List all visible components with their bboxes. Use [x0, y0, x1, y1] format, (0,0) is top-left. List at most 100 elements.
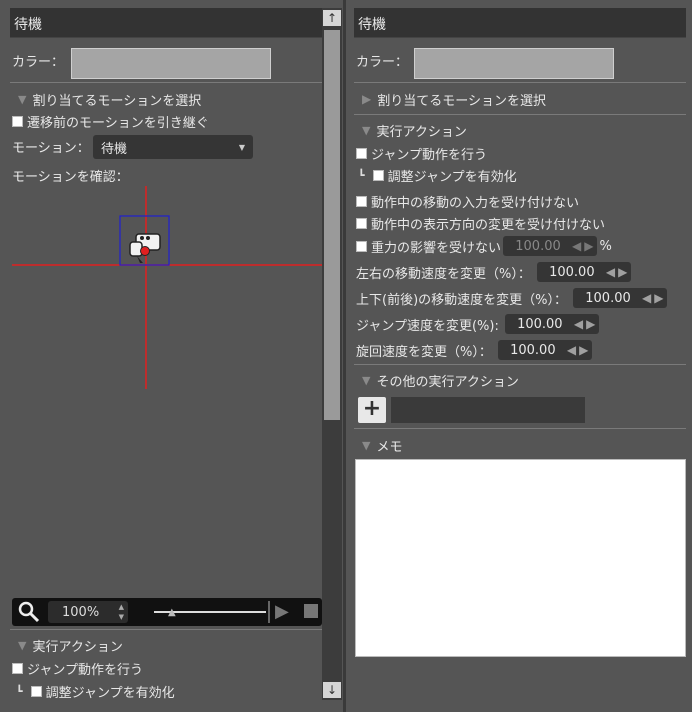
increment-icon[interactable]: ▶ — [579, 343, 588, 357]
right-section-memo-label: メモ — [376, 439, 403, 455]
lr-speed-row: 左右の移動速度を変更（%）： 100.00 ◀ ▶ — [356, 262, 632, 282]
jump-speed-value: 100.00 — [517, 316, 563, 332]
collapse-triangle-icon: ▼ — [18, 638, 27, 652]
right-jump-label: ジャンプ動作を行う — [371, 147, 487, 163]
decrement-icon[interactable]: ◀ — [642, 291, 651, 305]
decrement-icon[interactable]: ◀ — [606, 265, 615, 279]
expand-triangle-icon: ▶ — [362, 92, 372, 106]
ignore-move-input-checkbox[interactable] — [356, 195, 367, 207]
ud-speed-value: 100.00 — [585, 290, 631, 306]
decrement-icon[interactable]: ◀ — [574, 317, 583, 331]
left-divider-2 — [10, 629, 322, 630]
gravity-row[interactable]: 重力の影響を受けない 100.00 ◀ ▶ % — [356, 236, 612, 256]
right-jump-row[interactable]: ジャンプ動作を行う — [356, 145, 487, 163]
left-color-swatch[interactable] — [71, 48, 271, 79]
character-sprite-icon — [129, 233, 161, 263]
play-icon[interactable]: ▶ — [275, 601, 289, 622]
collapse-triangle-icon: ▼ — [362, 123, 371, 137]
tree-branch-icon: ┗ — [16, 684, 23, 698]
gravity-checkbox[interactable] — [356, 240, 367, 252]
jump-speed-input[interactable]: 100.00 ◀ ▶ — [504, 314, 600, 334]
left-jump-label: ジャンプ動作を行う — [27, 662, 143, 678]
right-jump-checkbox[interactable] — [356, 147, 367, 159]
left-motion-select[interactable]: 待機 ▼ — [93, 135, 253, 159]
turn-speed-input[interactable]: 100.00 ◀ ▶ — [497, 340, 593, 360]
zoom-stepper-icon[interactable]: ▲ ▼ — [119, 602, 124, 622]
right-divider-3 — [354, 364, 686, 365]
lr-speed-label: 左右の移動速度を変更（%）： — [356, 266, 531, 282]
increment-icon[interactable]: ▶ — [618, 265, 627, 279]
right-title: 待機 — [358, 17, 386, 33]
left-divider-1 — [10, 82, 322, 83]
add-action-button[interactable]: + — [358, 397, 386, 423]
increment-icon[interactable]: ▶ — [654, 291, 663, 305]
ignore-move-input-row[interactable]: 動作中の移動の入力を受け付けない — [356, 193, 579, 211]
jump-speed-row: ジャンプ速度を変更(%): 100.00 ◀ ▶ — [356, 314, 600, 334]
stop-icon[interactable] — [304, 604, 318, 618]
ignore-direction-checkbox[interactable] — [356, 217, 367, 229]
ud-speed-input[interactable]: 100.00 ◀ ▶ — [573, 288, 668, 308]
left-panel: 待機 カラー： ▼ 割り当てるモーションを選択 遷移前のモーションを引き継ぐ モ… — [0, 0, 343, 712]
left-inherit-motion-row[interactable]: 遷移前のモーションを引き継ぐ — [12, 113, 209, 131]
gravity-label: 重力の影響を受けない — [371, 240, 502, 256]
right-adjust-jump-label: 調整ジャンプを有効化 — [387, 169, 517, 185]
timeline-end-marker — [268, 601, 270, 623]
timeline-slider-handle[interactable]: ▲ — [168, 607, 176, 618]
left-section-actions-label: 実行アクション — [32, 639, 123, 655]
left-color-label: カラー： — [12, 54, 65, 70]
collapse-triangle-icon: ▼ — [362, 373, 371, 387]
ignore-direction-label: 動作中の表示方向の変更を受け付けない — [371, 217, 606, 233]
scroll-down-icon[interactable]: ↓ — [323, 682, 341, 698]
right-section-other-actions-label: その他の実行アクション — [376, 374, 519, 390]
scroll-thumb[interactable] — [324, 30, 340, 420]
decrement-icon[interactable]: ◀ — [567, 343, 576, 357]
decrement-icon[interactable]: ◀ — [572, 239, 581, 253]
left-title: 待機 — [14, 17, 42, 33]
increment-icon[interactable]: ▶ — [586, 317, 595, 331]
other-action-field[interactable] — [391, 397, 585, 423]
tree-branch-icon: ┗ — [358, 168, 365, 182]
left-confirm-motion-label: モーションを確認： — [12, 169, 129, 185]
right-adjust-jump-checkbox[interactable] — [372, 169, 384, 181]
magnifier-icon[interactable] — [16, 599, 42, 625]
gravity-value: 100.00 — [515, 238, 561, 254]
left-adjust-jump-label: 調整ジャンプを有効化 — [45, 685, 175, 701]
left-adjust-jump-row[interactable]: ┗ 調整ジャンプを有効化 — [16, 683, 175, 701]
memo-textarea[interactable] — [355, 459, 686, 657]
left-jump-row[interactable]: ジャンプ動作を行う — [12, 660, 143, 678]
left-motion-select-value: 待機 — [101, 141, 128, 157]
collapse-triangle-icon: ▼ — [18, 92, 27, 106]
scroll-up-icon[interactable]: ↑ — [323, 10, 341, 26]
right-section-select-motion[interactable]: ▶ 割り当てるモーションを選択 — [362, 90, 546, 109]
zoom-input[interactable]: 100% ▲ ▼ — [48, 601, 128, 623]
ignore-direction-row[interactable]: 動作中の表示方向の変更を受け付けない — [356, 215, 606, 233]
right-section-memo[interactable]: ▼ メモ — [362, 436, 403, 455]
left-inherit-motion-checkbox[interactable] — [12, 115, 23, 127]
motion-preview-svg — [12, 186, 322, 389]
right-section-select-motion-label: 割り当てるモーションを選択 — [377, 93, 546, 109]
left-title-bar: 待機 — [10, 8, 322, 38]
right-adjust-jump-row[interactable]: ┗ 調整ジャンプを有効化 — [358, 167, 517, 185]
collapse-triangle-icon: ▼ — [362, 438, 371, 452]
left-adjust-jump-checkbox[interactable] — [30, 685, 42, 697]
increment-icon[interactable]: ▶ — [584, 239, 593, 253]
motion-preview-canvas[interactable] — [12, 186, 322, 396]
left-section-select-motion-label: 割り当てるモーションを選択 — [32, 93, 202, 109]
left-scrollbar[interactable]: ↑ ↓ — [322, 8, 342, 700]
right-section-actions[interactable]: ▼ 実行アクション — [362, 121, 467, 140]
turn-speed-label: 旋回速度を変更（%）： — [356, 344, 492, 360]
ud-speed-row: 上下(前後)の移動速度を変更（%）： 100.00 ◀ ▶ — [356, 288, 668, 308]
right-color-swatch[interactable] — [414, 48, 614, 79]
left-section-select-motion[interactable]: ▼ 割り当てるモーションを選択 — [18, 90, 202, 109]
preview-control-bar: 100% ▲ ▼ ▲ ▶ — [12, 598, 322, 626]
gravity-input[interactable]: 100.00 ◀ ▶ — [503, 236, 598, 256]
left-section-actions[interactable]: ▼ 実行アクション — [18, 636, 123, 655]
right-section-other-actions[interactable]: ▼ その他の実行アクション — [362, 371, 519, 390]
left-jump-checkbox[interactable] — [12, 662, 23, 674]
chevron-down-icon: ▼ — [238, 142, 245, 152]
lr-speed-input[interactable]: 100.00 ◀ ▶ — [536, 262, 632, 282]
gravity-unit: % — [599, 238, 612, 254]
jump-speed-label: ジャンプ速度を変更(%): — [356, 318, 499, 334]
left-motion-label: モーション： — [12, 140, 90, 156]
right-section-actions-label: 実行アクション — [376, 124, 467, 140]
